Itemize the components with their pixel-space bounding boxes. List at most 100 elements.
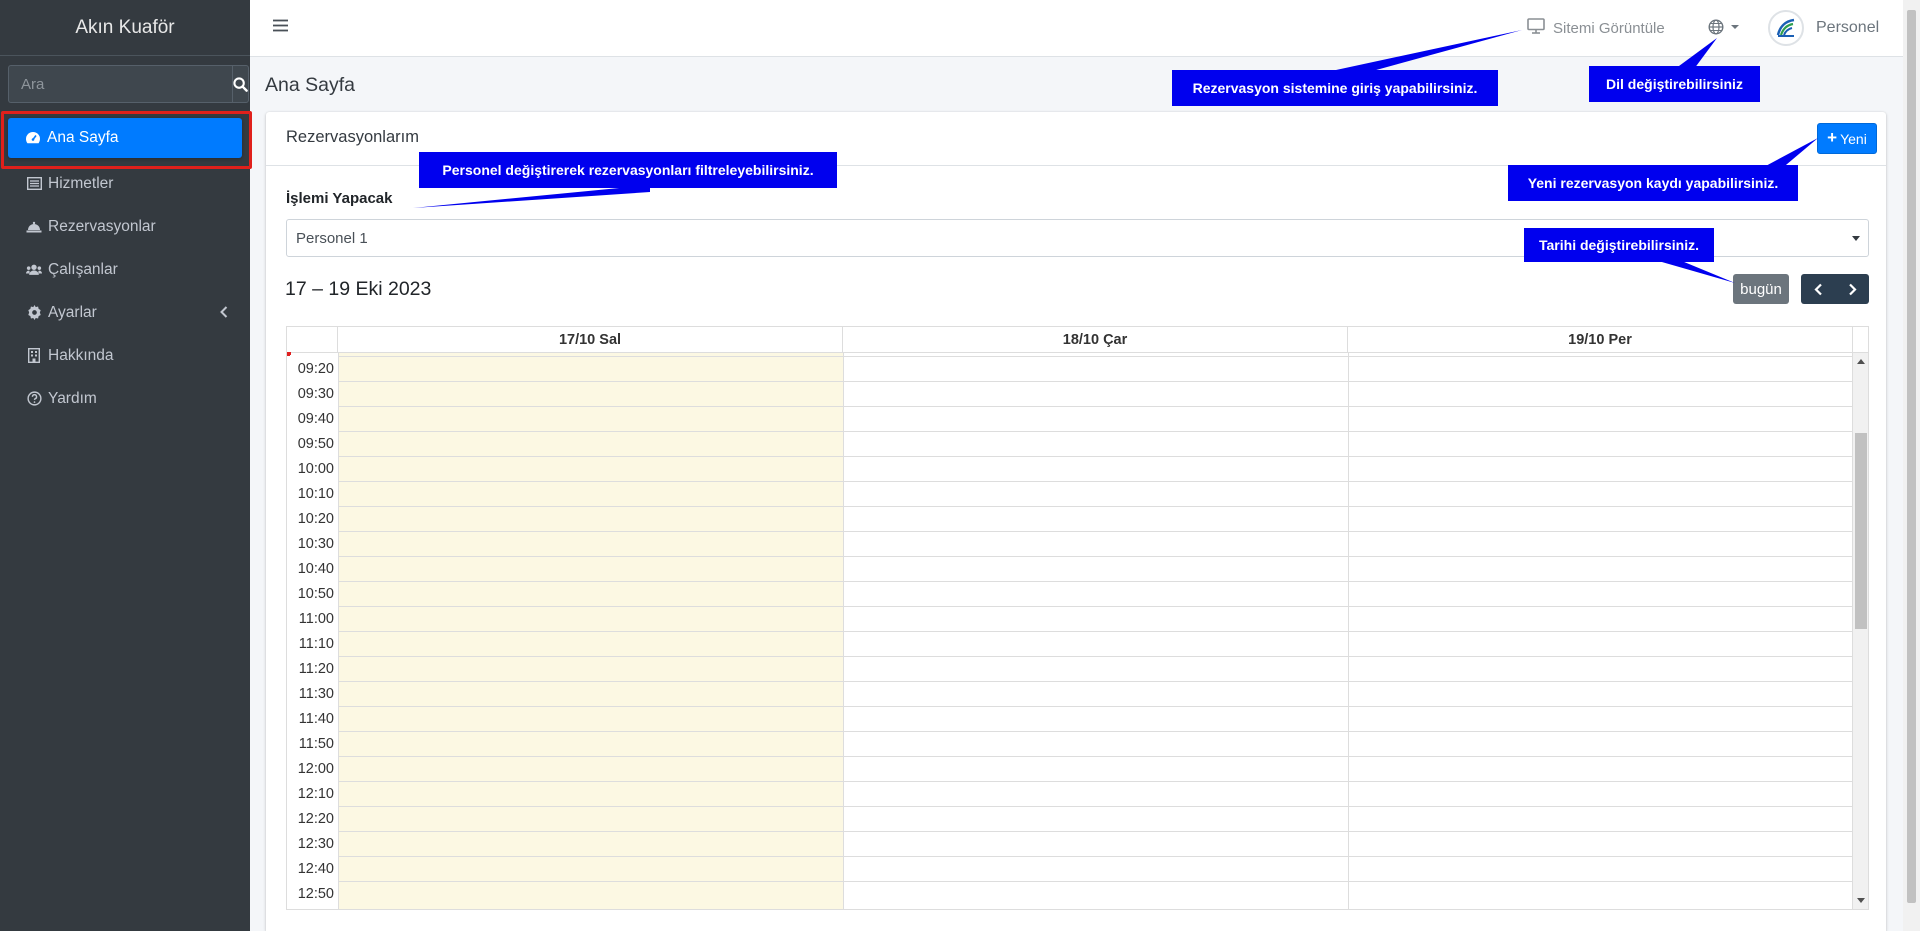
page-title: Ana Sayfa <box>265 74 355 96</box>
users-icon <box>26 262 42 278</box>
calendar-scrollbar[interactable] <box>1853 353 1868 909</box>
sidebar-item-rezervasyonlar[interactable]: Rezervasyonlar <box>0 205 250 248</box>
plus-icon: + <box>1827 127 1838 147</box>
globe-icon <box>1708 19 1724 35</box>
page-scrollbar[interactable] <box>1903 0 1920 931</box>
time-label: 11:20 <box>298 661 334 677</box>
sidebar-search <box>8 65 249 103</box>
sidebar-item-label: Rezervasyonlar <box>48 217 156 235</box>
time-slot-row[interactable]: 12:30 <box>287 831 1853 856</box>
time-slot-row[interactable]: 11:10 <box>287 631 1853 656</box>
active-item-highlight <box>1 111 252 169</box>
time-label: 09:20 <box>297 361 334 377</box>
sidebar: Akın Kuaför Ana Sayfa Hizmetler Rezervas… <box>0 0 252 931</box>
brand-title[interactable]: Akın Kuaför <box>0 0 250 56</box>
language-dropdown[interactable] <box>1708 19 1740 35</box>
search-icon <box>233 76 248 92</box>
time-slot-row[interactable]: 11:20 <box>287 656 1853 681</box>
caret-down-icon <box>1852 236 1860 241</box>
time-label: 12:50 <box>297 886 334 902</box>
time-slot-row[interactable]: 12:20 <box>287 806 1853 831</box>
chevron-right-icon <box>1848 283 1857 295</box>
time-slot-row[interactable]: 11:00 <box>287 606 1853 631</box>
time-slot-row[interactable]: 12:40 <box>287 856 1853 881</box>
user-menu[interactable]: Personel <box>1768 10 1879 46</box>
chevron-left-icon <box>1813 283 1822 295</box>
time-slot-row[interactable]: 11:30 <box>287 681 1853 706</box>
sidebar-item-label: Çalışanlar <box>48 260 118 278</box>
time-slot-row[interactable]: 11:40 <box>287 706 1853 731</box>
chevron-left-icon <box>220 305 228 323</box>
time-label: 11:40 <box>298 711 334 727</box>
top-navbar: Sitemi Görüntüle Personel <box>250 0 1903 57</box>
avatar <box>1768 10 1804 46</box>
time-slot-row[interactable]: 12:00 <box>287 756 1853 781</box>
monitor-icon <box>1527 18 1545 38</box>
time-gutter-header <box>287 327 338 352</box>
time-slot-row[interactable]: 10:20 <box>287 506 1853 531</box>
list-icon <box>26 176 42 192</box>
time-label: 12:30 <box>297 836 334 852</box>
staff-select-value: Personel 1 <box>296 229 368 247</box>
time-label: 09:40 <box>297 411 334 427</box>
time-slot-row[interactable]: 09:50 <box>287 431 1853 456</box>
calendar-range-title: 17 – 19 Eki 2023 <box>285 278 432 300</box>
time-label: 10:00 <box>297 461 334 477</box>
time-label: 11:10 <box>298 636 334 652</box>
time-slot-row[interactable]: 09:40 <box>287 406 1853 431</box>
sidebar-item-hakkinda[interactable]: Hakkında <box>0 334 250 377</box>
time-label: 09:50 <box>297 436 334 452</box>
gear-icon <box>26 305 42 321</box>
today-button[interactable]: bugün <box>1733 274 1789 304</box>
sidebar-item-label: Yardım <box>48 389 97 407</box>
menu-toggle-icon[interactable] <box>273 19 288 36</box>
time-label: 11:00 <box>298 611 334 627</box>
time-slot-row[interactable]: 10:50 <box>287 581 1853 606</box>
scroll-down-icon[interactable] <box>1857 898 1865 903</box>
day-header: 18/10 Çar <box>843 327 1348 352</box>
sidebar-item-label: Hizmetler <box>48 174 114 192</box>
time-slot-row[interactable]: 10:30 <box>287 531 1853 556</box>
sidebar-item-label: Ayarlar <box>48 303 97 321</box>
tooltip-language: Dil değiştirebilirsiniz <box>1589 66 1760 102</box>
time-label: 10:30 <box>297 536 334 552</box>
sidebar-item-yardim[interactable]: Yardım <box>0 377 250 420</box>
next-button[interactable] <box>1835 274 1869 304</box>
tooltip-new-reservation: Yeni rezervasyon kaydı yapabilirsiniz. <box>1508 165 1798 201</box>
search-button[interactable] <box>232 65 249 103</box>
time-label: 10:10 <box>297 486 334 502</box>
scroll-up-icon[interactable] <box>1857 359 1865 364</box>
new-reservation-button[interactable]: + Yeni <box>1817 123 1877 154</box>
calendar-nav-buttons <box>1801 274 1869 304</box>
sidebar-item-calisanlar[interactable]: Çalışanlar <box>0 248 250 291</box>
time-slot-row[interactable]: 10:00 <box>287 456 1853 481</box>
staff-field-label: İşlemi Yapacak <box>286 190 393 207</box>
time-slot-row[interactable]: 09:20 <box>287 356 1853 381</box>
day-column-divider <box>843 353 844 909</box>
view-site-link[interactable]: Sitemi Görüntüle <box>1527 18 1665 38</box>
time-slot-row[interactable]: 12:10 <box>287 781 1853 806</box>
sidebar-item-ayarlar[interactable]: Ayarlar <box>0 291 250 334</box>
calendar-scrollbar-thumb[interactable] <box>1855 433 1867 629</box>
time-slot-row[interactable]: 12:50 <box>287 881 1853 906</box>
time-label: 11:30 <box>298 686 334 702</box>
time-slot-row[interactable]: 09:30 <box>287 381 1853 406</box>
prev-button[interactable] <box>1801 274 1835 304</box>
time-slot-row[interactable]: 10:10 <box>287 481 1853 506</box>
page-scrollbar-thumb[interactable] <box>1907 10 1916 903</box>
time-label: 10:20 <box>297 511 334 527</box>
time-slot-row[interactable]: 11:50 <box>287 731 1853 756</box>
view-site-label: Sitemi Görüntüle <box>1553 19 1665 37</box>
card-title: Rezervasyonlarım <box>286 128 419 146</box>
day-column-divider <box>1348 353 1349 909</box>
tooltip-staff-filter: Personel değiştirerek rezervasyonları fi… <box>419 152 837 188</box>
question-circle-icon <box>26 391 42 407</box>
sidebar-item-label: Hakkında <box>48 346 114 364</box>
search-input[interactable] <box>8 65 232 103</box>
calendar-header: 17/10 Sal 18/10 Çar 19/10 Per <box>287 327 1868 353</box>
time-label: 11:50 <box>298 736 334 752</box>
new-button-label: Yeni <box>1840 130 1867 147</box>
calendar-body[interactable]: 09:20 09:30 09:40 09:50 10:00 10:10 10:20 10:30… <box>287 353 1853 909</box>
user-name: Personel <box>1816 19 1880 36</box>
time-slot-row[interactable]: 10:40 <box>287 556 1853 581</box>
